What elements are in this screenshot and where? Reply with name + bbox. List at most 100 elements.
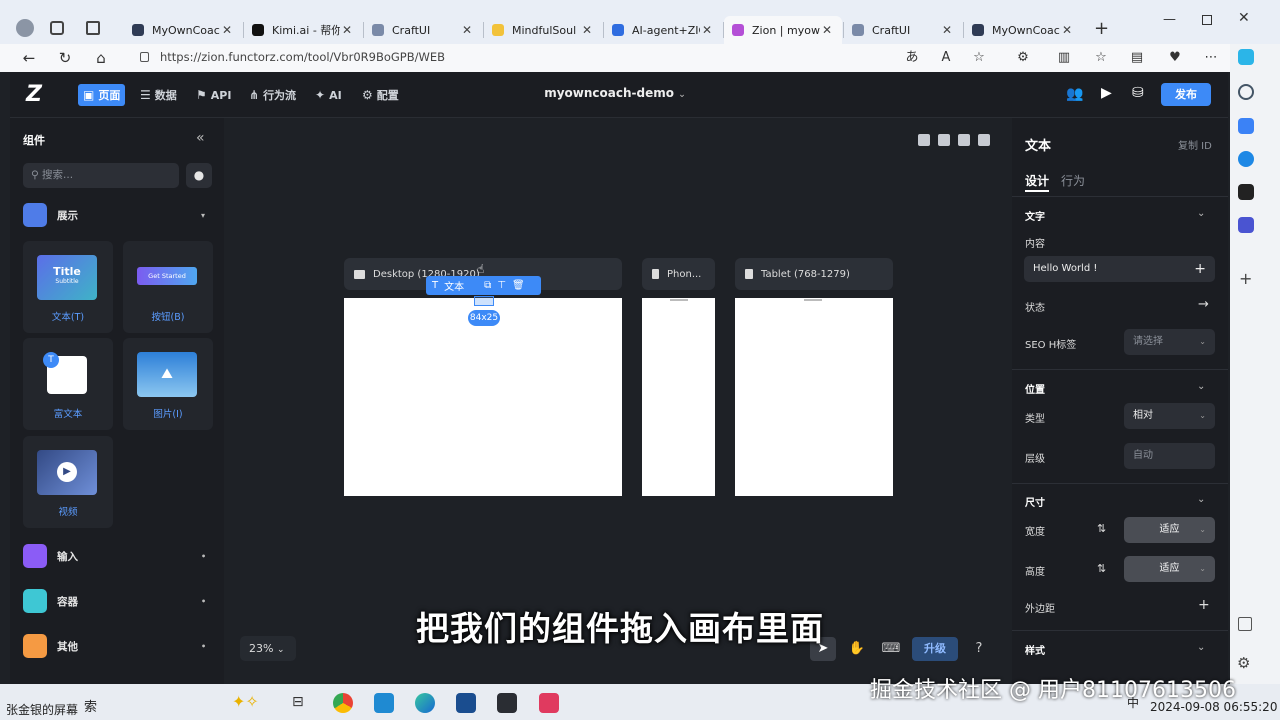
figma-icon[interactable] [1238,184,1254,200]
favorites-icon[interactable]: ☆ [1092,49,1110,67]
content-input[interactable]: Hello World ! + [1024,256,1215,282]
collections-icon[interactable]: ▤ [1128,49,1146,67]
card-richtext[interactable]: T 富文本 [23,338,113,430]
height-mode-icon[interactable]: ⇅ [1097,562,1106,575]
chevron-down-icon[interactable]: ⌄ [1197,494,1205,505]
drag-element-ghost[interactable] [474,296,494,306]
publish-button[interactable]: 发布 [1161,83,1211,106]
split-screen-icon[interactable]: ▥ [1055,49,1073,67]
tablet-frame[interactable] [735,298,893,496]
browser-tab[interactable]: MyOwnCoach ·✕ [964,16,1082,44]
align-top-icon[interactable]: ⊤ [497,280,506,291]
collaborators-icon[interactable]: 👥 [1066,86,1083,102]
layer-input[interactable]: 自动 [1124,443,1215,469]
upgrade-button[interactable]: 升级 [912,637,958,661]
read-aloud-icon[interactable]: A [937,49,955,67]
section-text-heading[interactable]: 文字 [1025,208,1045,223]
database-settings-icon[interactable]: ⛁ [1132,85,1144,101]
desktop-frame[interactable] [344,298,622,496]
desktop-view-icon[interactable] [938,134,950,146]
tablet-view-icon[interactable] [958,134,970,146]
section-container[interactable]: 容器 • [23,589,213,613]
browser-tab[interactable]: CraftUI ✕ [844,16,962,44]
add-icon[interactable]: + [1194,256,1206,282]
type-select[interactable]: 相对 ⌄ [1124,403,1215,429]
browser-tab[interactable]: Kimi.ai - 帮你看✕ [244,16,362,44]
add-sidebar-icon[interactable]: + [1239,269,1252,288]
phone-text-element[interactable] [670,299,688,301]
favorite-star-icon[interactable]: ☆ [970,49,988,67]
zoom-selector[interactable]: 23% ⌄ [240,636,296,661]
screenshot-icon[interactable] [1238,617,1252,631]
nav-page-tab[interactable]: ▣ 页面 [78,84,126,106]
width-select[interactable]: 适应 ⌄ [1124,517,1215,543]
grid-view-icon[interactable] [918,134,930,146]
nav-api-tab[interactable]: ⚑ API [196,84,231,106]
tab-design[interactable]: 设计 [1025,172,1049,189]
height-select[interactable]: 适应 ⌄ [1124,556,1215,582]
card-title[interactable]: Title Subtitle 文本(T) [23,241,113,333]
url-field[interactable]: https://zion.functorz.com/tool/Vbr0R9BoG… [160,50,445,64]
zion-logo[interactable]: Z [26,82,42,107]
profile-avatar[interactable] [16,19,34,37]
maximize-button[interactable] [1202,15,1212,25]
more-options-icon[interactable]: ⋯ [1202,49,1220,67]
nav-config-tab[interactable]: ⚙ 配置 [362,84,399,106]
phone-view-icon[interactable] [978,134,990,146]
keyboard-icon[interactable]: ⌨ [878,637,904,661]
translate-ext-icon[interactable] [1238,118,1254,134]
copilot-icon[interactable] [1238,49,1254,65]
close-window-button[interactable]: ✕ [1238,10,1250,26]
copy-id-button[interactable]: 复制 ID [1178,137,1212,152]
arrow-right-icon[interactable]: → [1198,297,1209,312]
frame-header-phone[interactable]: Phon... [642,258,715,290]
copilot-sparkle-icon[interactable]: ✦✧ [232,692,259,711]
close-tab-icon[interactable]: ✕ [1060,23,1074,37]
recorder-icon[interactable] [539,693,559,713]
section-input[interactable]: 输入 • [23,544,213,568]
terminal-icon[interactable] [497,693,517,713]
chevron-down-icon[interactable]: ⌄ [1197,208,1205,219]
settings-gear-icon[interactable]: ⚙ [1237,654,1250,672]
close-tab-icon[interactable]: ✕ [820,23,834,37]
component-search-input[interactable]: ⚲ 搜索... [23,163,179,188]
width-mode-icon[interactable]: ⇅ [1097,522,1106,535]
card-video[interactable]: ▶ 视频 [23,436,113,528]
copy-icon[interactable]: ⧉ [484,280,491,291]
minimize-button[interactable]: — [1163,12,1176,27]
card-image[interactable]: ⛰ 图片(I) [123,338,213,430]
browser-tab[interactable]: Zion | myowno✕ [724,16,842,44]
section-other[interactable]: 其他 • [23,634,213,658]
close-tab-icon[interactable]: ✕ [940,23,954,37]
edge-icon[interactable] [415,693,435,713]
extensions-icon[interactable]: ⚙ [1014,49,1032,67]
chevron-down-icon[interactable]: ⌄ [1197,381,1205,392]
card-button[interactable]: Get Started 按钮(B) [123,241,213,333]
close-tab-icon[interactable]: ✕ [340,23,354,37]
tab-actions-icon[interactable] [86,21,100,35]
nav-data-tab[interactable]: ☰ 数据 [140,84,177,106]
seo-select[interactable]: 请选择 ⌄ [1124,329,1215,355]
collapse-panel-icon[interactable]: « [196,130,205,146]
frame-header-tablet[interactable]: Tablet (768-1279) [735,258,893,290]
refresh-icon[interactable]: ↻ [54,47,76,69]
nav-ai-tab[interactable]: ✦ AI [315,84,342,106]
chevron-down-icon[interactable]: ⌄ [1197,642,1205,653]
add-margin-icon[interactable]: + [1198,597,1210,613]
back-icon[interactable]: ← [18,47,40,69]
close-tab-icon[interactable]: ✕ [580,23,594,37]
help-button[interactable]: ? [966,637,992,661]
close-tab-icon[interactable]: ✕ [460,23,474,37]
section-display[interactable]: 展示 ▾ [23,203,213,227]
browser-tab[interactable]: MyOwnCoach ·✕ [124,16,242,44]
vscode-icon[interactable] [374,693,394,713]
ext-c-icon[interactable] [1238,151,1254,167]
github-icon[interactable]: ● [186,163,212,188]
tab-behavior[interactable]: 行为 [1061,172,1085,189]
tablet-text-element[interactable] [804,299,822,301]
browser-tab[interactable]: CraftUI ✕ [364,16,482,44]
taskbar-search[interactable]: 索 [84,696,97,715]
project-selector[interactable]: myowncoach-demo ⌄ [540,86,690,100]
hand-tool-icon[interactable]: ✋ [844,637,870,661]
chrome-icon[interactable] [333,693,353,713]
